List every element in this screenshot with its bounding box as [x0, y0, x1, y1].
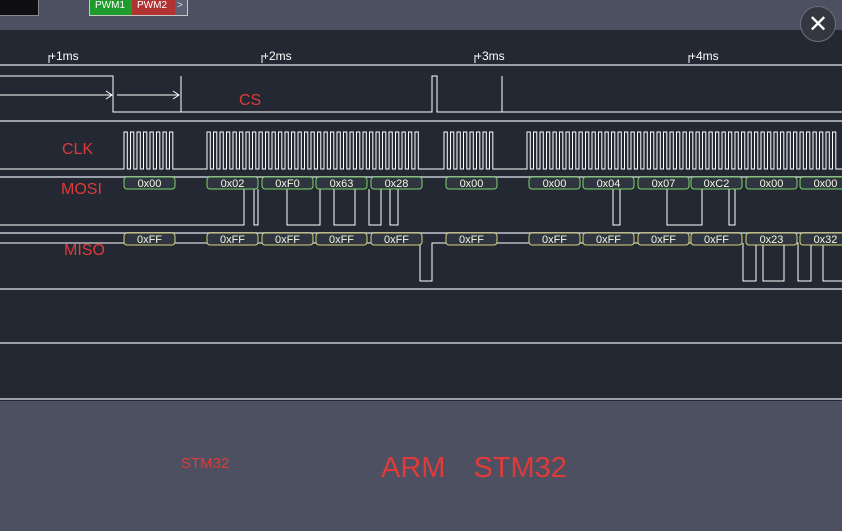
footer-big-label: ARM STM32	[381, 452, 567, 485]
miso-byte: 0xFF	[596, 234, 621, 246]
miso-byte: 0xFF	[275, 234, 300, 246]
mosi-byte: 0x07	[652, 178, 676, 190]
miso-byte: 0x23	[760, 234, 784, 246]
time-tick: +2ms	[262, 49, 292, 63]
mosi-byte: 0x00	[760, 178, 784, 190]
mosi-byte: 0x00	[138, 178, 162, 190]
miso-waveform	[0, 242, 842, 282]
miso-byte: 0xFF	[220, 234, 245, 246]
top-toolbar: PWM1 PWM2 >	[0, 0, 842, 30]
miso-byte: 0xFF	[329, 234, 354, 246]
footer-stm32-label: STM32	[473, 452, 567, 484]
close-icon[interactable]: ✕	[800, 6, 836, 42]
tab-pwm2[interactable]: PWM2	[132, 0, 175, 15]
miso-byte: 0x32	[814, 234, 838, 246]
time-tick: +4ms	[689, 49, 719, 63]
waveform-view: +1ms +2ms +3ms +4ms CS CLK MOSI 0x00 0x02…	[0, 30, 842, 401]
channel-label-mosi: MOSI	[61, 181, 102, 198]
mosi-byte: 0xF0	[275, 178, 299, 190]
miso-byte: 0xFF	[704, 234, 729, 246]
channel-label-cs: CS	[239, 92, 261, 109]
time-tick: +3ms	[475, 49, 505, 63]
miso-byte: 0xFF	[651, 234, 676, 246]
mosi-waveform	[0, 189, 736, 226]
time-tick: +1ms	[49, 49, 79, 63]
miso-decoded-bytes: 0xFF 0xFF 0xFF 0xFF 0xFF 0xFF 0xFF 0xFF 0xFF 0xFF…	[123, 232, 842, 246]
channel-label-miso: MISO	[64, 242, 105, 259]
mosi-byte: 0xC2	[704, 178, 730, 190]
tab-more-chevron-icon[interactable]: >	[175, 0, 187, 15]
arrow-icon	[0, 90, 180, 100]
clk-waveform	[0, 131, 842, 170]
footer-arm-label: ARM	[381, 452, 446, 484]
mosi-byte: 0x00	[460, 178, 484, 190]
channel-indicator	[0, 0, 39, 16]
miso-byte: 0xFF	[459, 234, 484, 246]
tab-pwm1[interactable]: PWM1	[90, 0, 132, 15]
cs-waveform	[0, 75, 842, 113]
mosi-byte: 0x28	[385, 178, 409, 190]
mosi-decoded-bytes: 0x00 0x02 0xF0 0x63 0x28 0x00 0x00 0x04 0x07 0xC2…	[123, 176, 842, 190]
miso-byte: 0xFF	[542, 234, 567, 246]
miso-byte: 0xFF	[137, 234, 162, 246]
mosi-byte: 0x63	[330, 178, 354, 190]
mosi-byte: 0x02	[221, 178, 245, 190]
mosi-byte: 0x00	[814, 178, 838, 190]
mosi-byte: 0x04	[597, 178, 621, 190]
miso-byte: 0xFF	[384, 234, 409, 246]
channel-label-clk: CLK	[62, 141, 93, 158]
pwm-tabs: PWM1 PWM2 >	[89, 0, 188, 16]
footer-small-label: STM32	[181, 455, 230, 472]
mosi-byte: 0x00	[543, 178, 567, 190]
